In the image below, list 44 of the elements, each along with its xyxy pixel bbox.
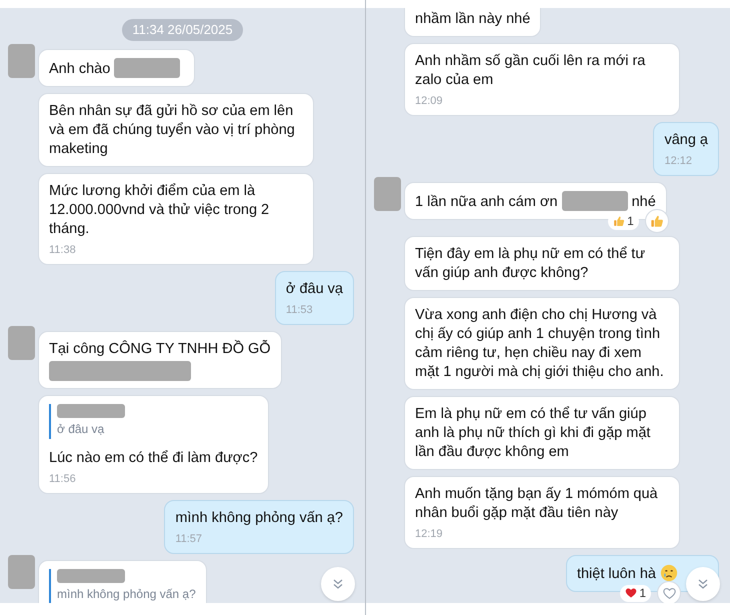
scroll-down-button[interactable] — [321, 567, 355, 601]
message-text: mình không phỏng vấn ạ? — [175, 510, 343, 526]
thumbs-up-icon — [650, 214, 664, 228]
message-text: Mức lương khởi điểm của em là 12.000.000vnd và thử việc trong 2 tháng. — [49, 182, 270, 236]
message-text: Vừa xong anh điện cho chị Hương và chị ấy có giúp anh 1 chuyện trong tình cảm riêng tư, hẹn chiều nay đi xem mặt 1 người mà chị giới thiệu cho anh. — [415, 307, 664, 380]
redaction-block — [562, 191, 628, 211]
message-time: 11:38 — [49, 242, 77, 256]
avatar[interactable] — [8, 44, 35, 78]
quoted-reply[interactable]: ở đâu vạ — [49, 404, 258, 438]
double-chevron-down-icon — [332, 578, 344, 590]
reaction-count[interactable]: 1 — [620, 584, 651, 602]
message-text: Anh nhầm số gần cuối lên ra mới ra zalo của em — [415, 53, 646, 88]
avatar[interactable] — [8, 326, 35, 360]
heart-outline-icon — [662, 586, 676, 600]
message-text: Em là phụ nữ em có thể tư vấn giúp anh là phụ nữ thích gì khi đi gặp mặt lần đầu được không em — [415, 406, 650, 460]
message-text: Tại công CÔNG TY TNHH ĐỒ GỖ — [49, 340, 271, 356]
message-text: nhầm lần này nhé — [415, 11, 530, 27]
redaction-block — [57, 404, 125, 418]
message-text: vâng ạ — [664, 132, 708, 148]
double-chevron-down-icon — [697, 578, 709, 590]
message-time: 12:09 — [415, 94, 444, 108]
message-time: 11:57 — [175, 532, 204, 546]
message-text: Tiện đây em là phụ nữ em có thể tư vấn giúp anh được không? — [415, 246, 646, 281]
message-text: nhé — [632, 194, 656, 210]
date-pill: 11:34 26/05/2025 — [122, 19, 243, 40]
message-text: Bên nhân sự đã gửi hồ sơ của em lên và em đã chúng tuyển vào vị trí phòng maketing — [49, 102, 295, 156]
avatar[interactable] — [8, 554, 35, 588]
message-text: Lúc nào em có thể đi làm được? — [49, 450, 258, 466]
message-text: Anh muốn tặng bạn ấy 1 mómóm quà nhân buổi gặp mặt đầu tiên này — [415, 486, 658, 521]
avatar[interactable] — [374, 177, 401, 211]
message-text: ở đâu vạ — [286, 280, 343, 296]
quoted-text: mình không phỏng vấn ạ? — [57, 586, 196, 602]
message-time: 12:19 — [415, 527, 444, 541]
message-text: Anh chào — [49, 60, 112, 76]
message-time: 11:53 — [286, 302, 314, 316]
message-time: 11:56 — [49, 472, 77, 486]
redaction-block — [57, 568, 125, 582]
quoted-text: ở đâu vạ — [57, 420, 106, 438]
scroll-down-button[interactable] — [686, 567, 720, 601]
redaction-block — [114, 58, 180, 78]
message-text: 1 lần nữa anh cám ơn — [415, 194, 559, 210]
react-button[interactable] — [644, 209, 669, 233]
message-time: 12:12 — [664, 154, 693, 168]
message-text: thiệt luôn hà — [576, 566, 657, 582]
